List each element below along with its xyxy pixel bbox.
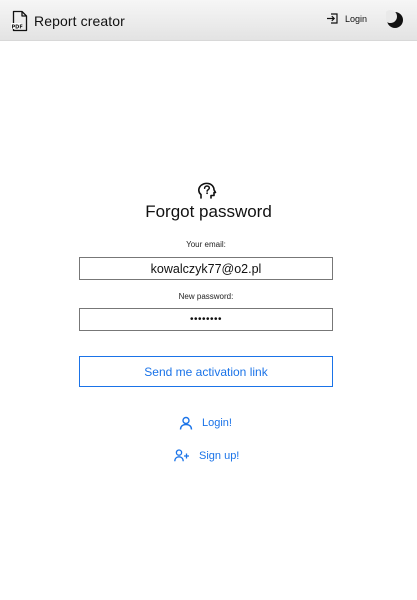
page-title: Forgot password [145, 202, 272, 221]
login-link-label: Login! [202, 417, 232, 429]
login-icon [326, 12, 339, 25]
signup-link-label: Sign up! [199, 449, 240, 462]
add-user-icon [174, 449, 190, 462]
help-head-icon [196, 181, 218, 201]
app-title: Report creator [34, 13, 125, 29]
login-link[interactable]: Login! [179, 416, 232, 430]
login-nav-button[interactable]: Login [326, 12, 367, 25]
new-password-label: New password: [178, 292, 234, 301]
moon-icon [386, 10, 406, 30]
svg-text:PDF: PDF [12, 24, 23, 30]
login-nav-label: Login [345, 13, 368, 24]
top-bar: PDF Report creator Login [0, 0, 417, 41]
user-icon [179, 416, 193, 430]
brand[interactable]: PDF Report creator [11, 10, 125, 32]
signup-link[interactable]: Sign up! [174, 449, 239, 462]
send-activation-link-button[interactable]: Send me activation link [79, 356, 333, 387]
email-field[interactable] [79, 257, 333, 280]
new-password-field[interactable] [79, 308, 333, 331]
pdf-file-icon: PDF [11, 10, 29, 32]
theme-toggle-button[interactable] [386, 10, 406, 30]
email-label: Your email: [186, 240, 226, 249]
